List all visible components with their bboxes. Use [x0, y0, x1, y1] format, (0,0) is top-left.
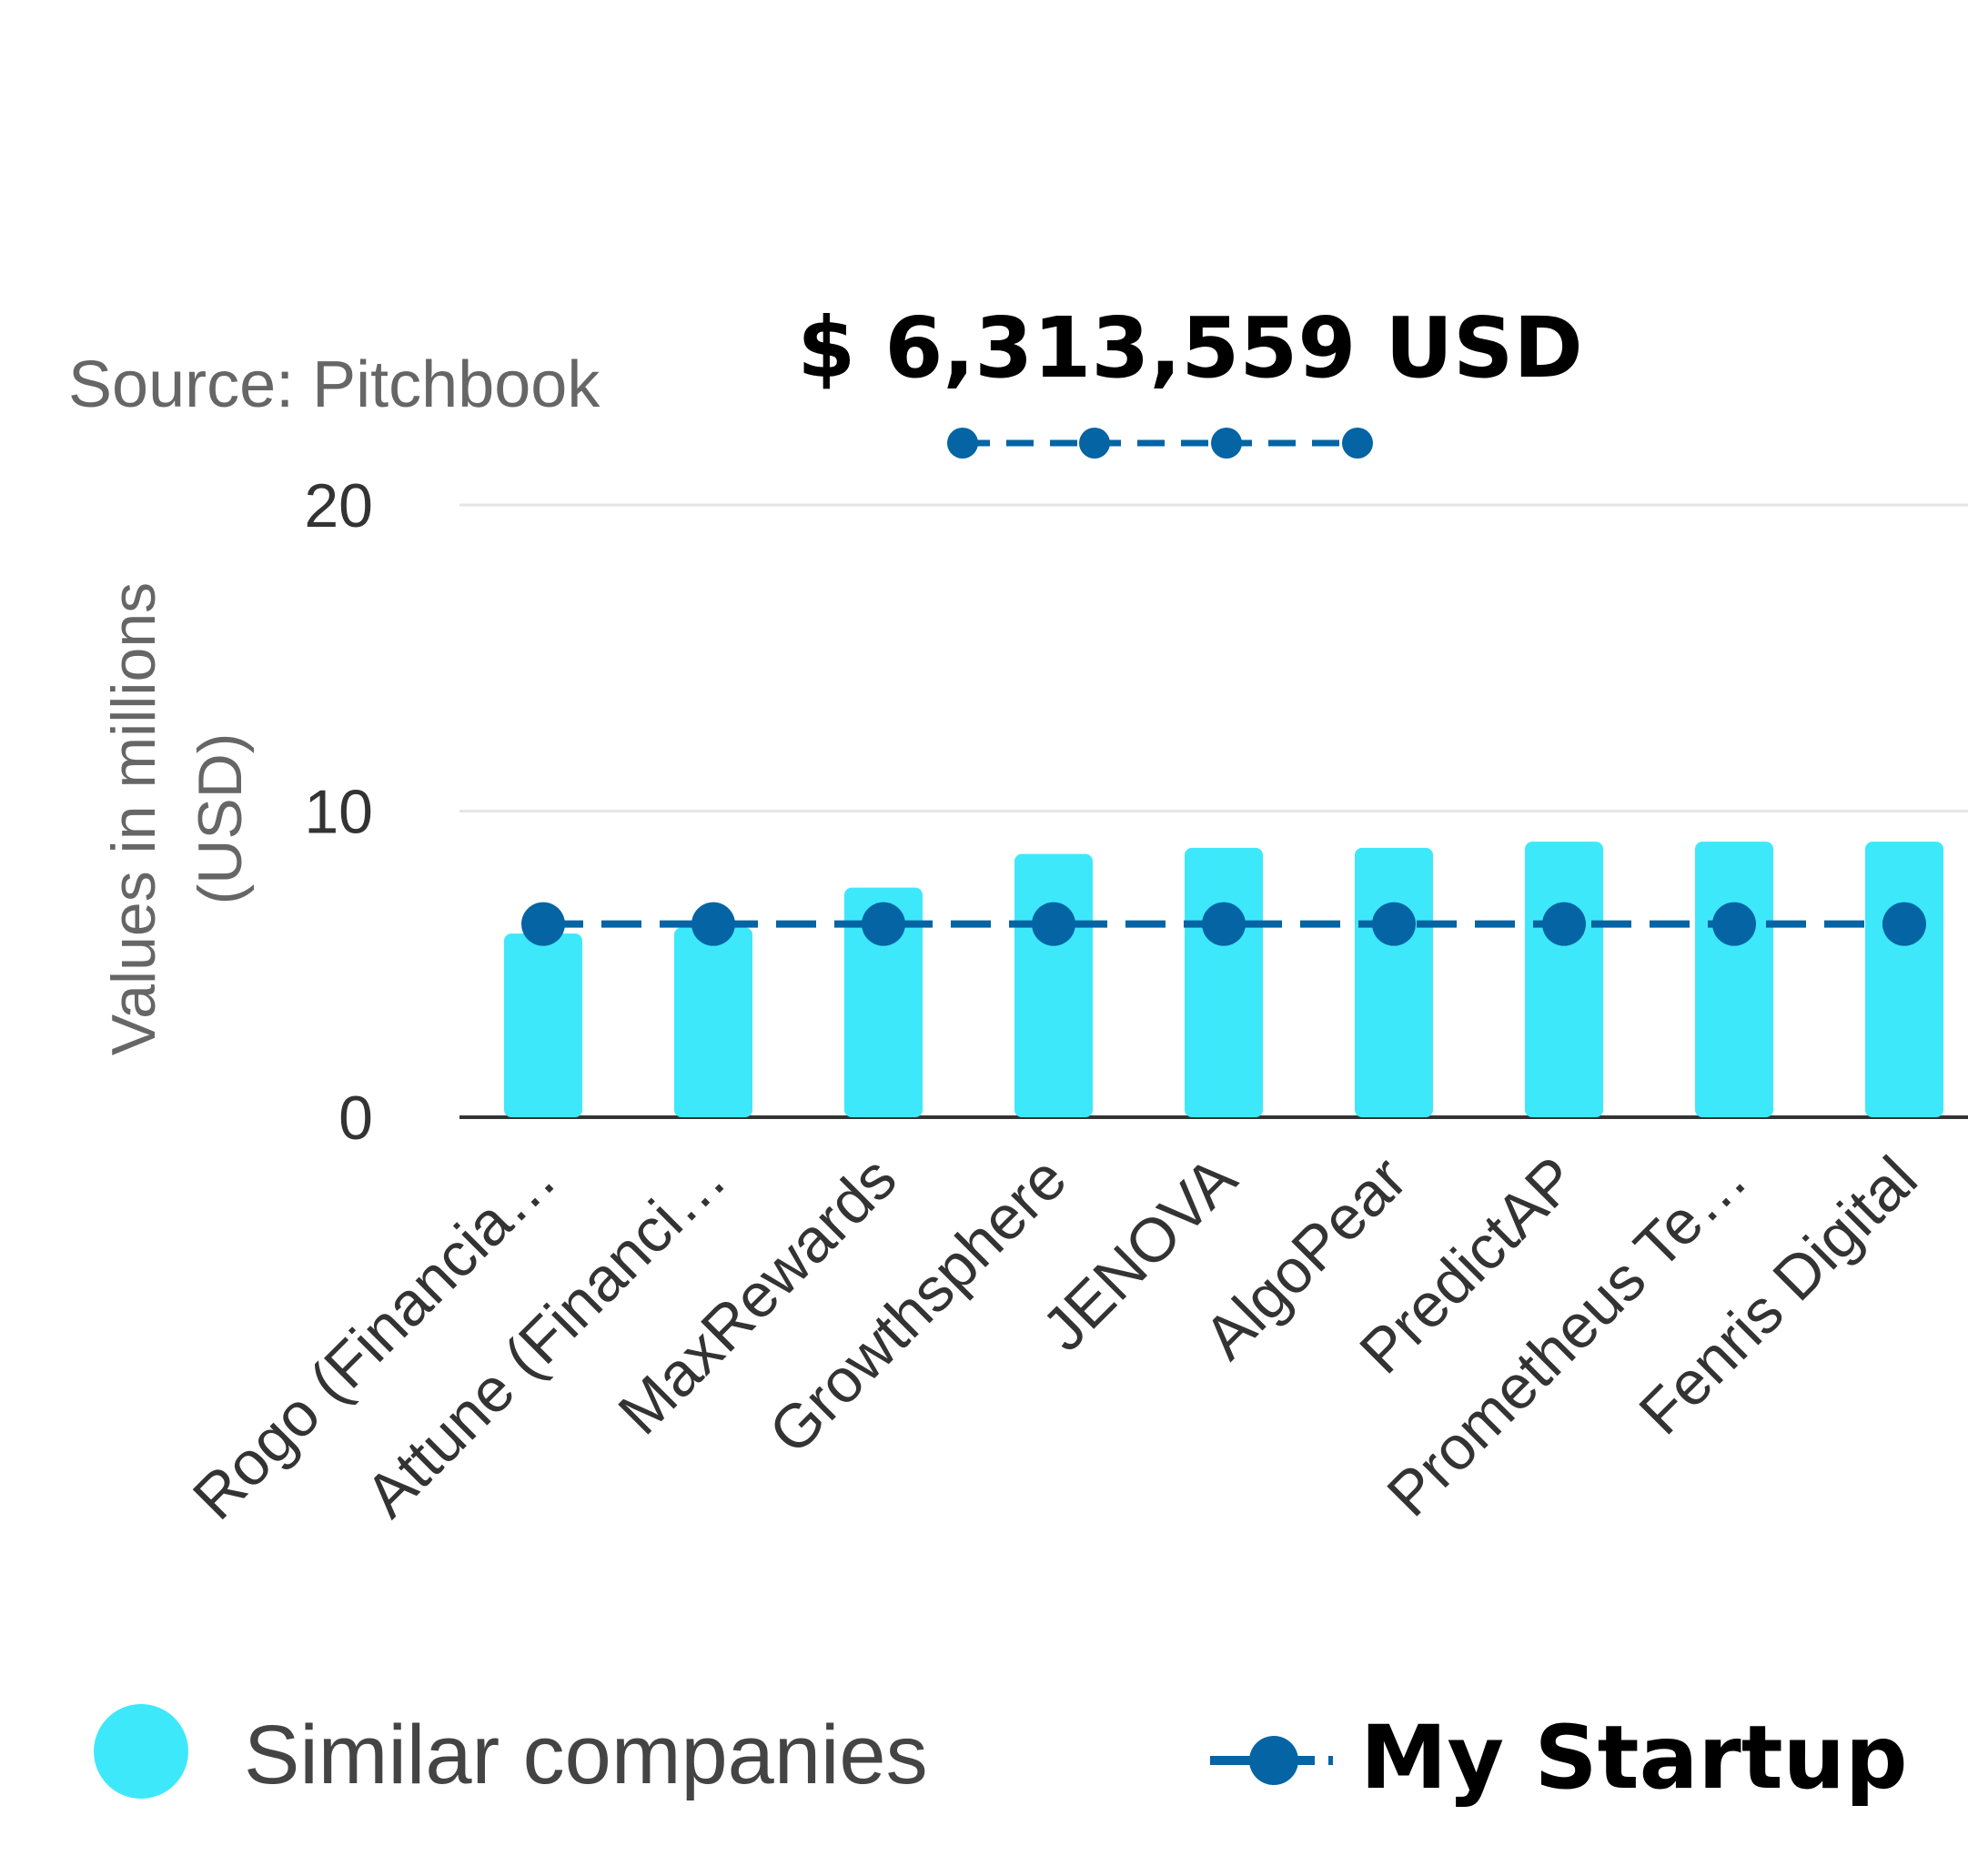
headline-line-marker — [947, 428, 1373, 459]
chart-headline: $ 6,313,559 USD — [797, 299, 1582, 397]
my-startup-point — [691, 902, 735, 946]
legend-similar-companies-swatch — [94, 1704, 188, 1799]
legend-my-startup-label: My Startup — [1360, 1707, 1908, 1809]
y-axis-ticks: 0 10 20 — [304, 471, 373, 1153]
my-startup-point — [1712, 902, 1756, 946]
bar — [1525, 842, 1603, 1117]
headline-dot — [1211, 428, 1242, 459]
my-startup-point — [521, 902, 565, 946]
my-startup-point — [1032, 902, 1075, 946]
y-axis-label-line-2: (USD) — [186, 733, 255, 905]
x-tick-label: Growthsphere — [756, 1144, 1080, 1468]
headline-dot — [1342, 428, 1373, 459]
chart: $ 6,313,559 USD Source: Pitchbook Values… — [68, 299, 1968, 1809]
legend-similar-companies-label: Similar companies — [244, 1709, 928, 1801]
my-startup-point — [1202, 902, 1246, 946]
my-startup-point — [1542, 902, 1586, 946]
y-tick-label: 10 — [304, 778, 373, 847]
bar — [1014, 853, 1093, 1117]
bar — [504, 933, 582, 1117]
headline-dot — [947, 428, 978, 459]
bar — [1865, 842, 1943, 1117]
legend-my-startup-marker — [1249, 1736, 1298, 1785]
bar — [674, 927, 752, 1117]
y-axis-label-line-1: Values in millions — [99, 582, 168, 1055]
bar — [1185, 847, 1263, 1117]
y-tick-label: 0 — [338, 1084, 373, 1153]
my-startup-point — [862, 902, 905, 946]
y-tick-label: 20 — [304, 471, 373, 540]
y-axis-label: Values in millions (USD) — [99, 582, 255, 1055]
my-startup-point — [1372, 902, 1416, 946]
legend: Similar companies My Startup — [94, 1704, 1908, 1809]
bars — [504, 842, 1943, 1117]
bar — [1695, 842, 1773, 1117]
x-axis-ticks: Rogo (Financia…Attune (Financi…MaxReward… — [180, 1143, 1931, 1532]
my-startup-point — [1882, 902, 1926, 946]
bar — [1355, 847, 1433, 1117]
headline-dot — [1079, 428, 1110, 459]
source-label: Source: Pitchbook — [68, 348, 600, 421]
